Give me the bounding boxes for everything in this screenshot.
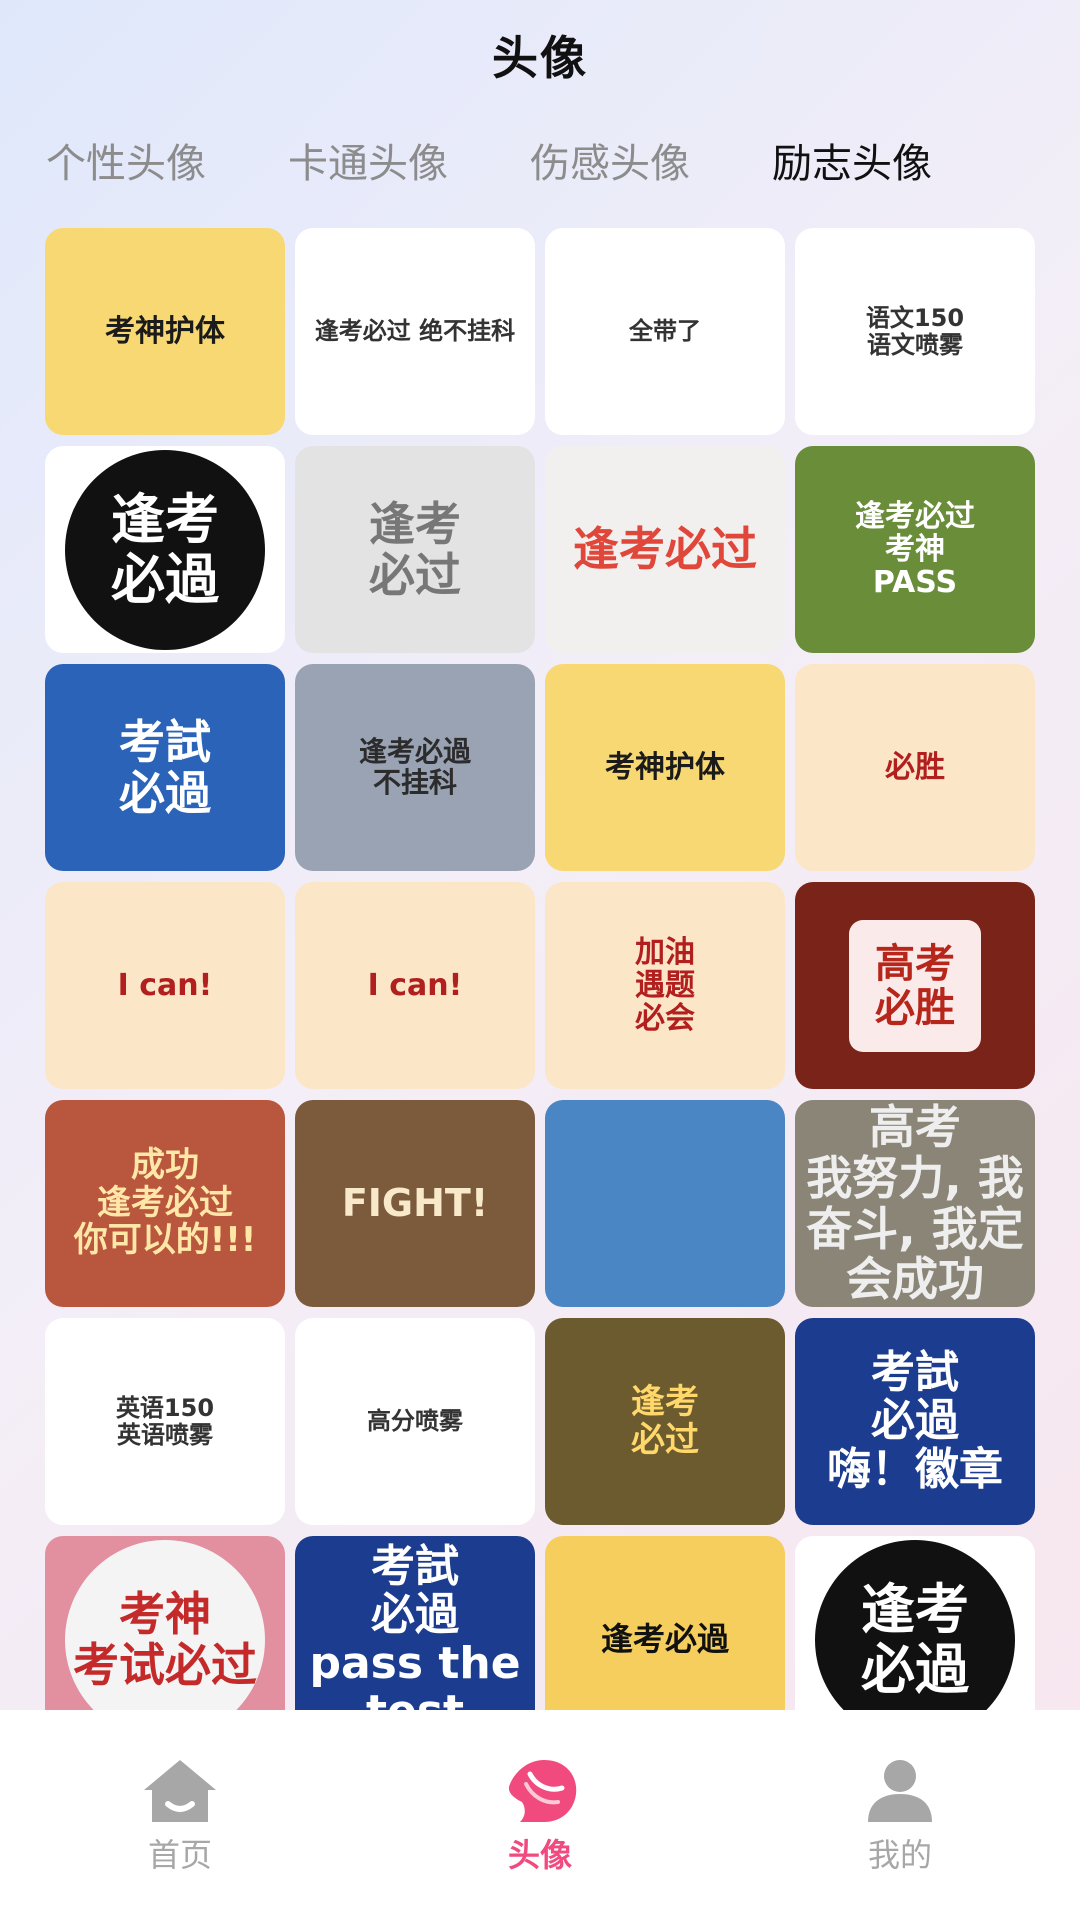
avatar-tile-text: 考神护体 [105, 314, 225, 349]
avatar-tile[interactable]: 考試 必過 嗨！徽章 [795, 1318, 1035, 1525]
badge-disc: 考神 考试必过 [65, 1539, 265, 1710]
avatar-head-icon [508, 1760, 577, 1822]
avatar-tile-text: 全带了 [629, 317, 701, 346]
user-icon [868, 1760, 932, 1822]
avatar-tile[interactable]: 逢考必過 [545, 1536, 785, 1710]
avatar-tile-text: 英语150 英语喷雾 [115, 1394, 215, 1449]
avatar-tile-text: 考試 必過 嗨！徽章 [827, 1346, 1003, 1495]
avatar-tile-text: 逢考必過 [600, 1619, 729, 1658]
avatar-tile-text: 考試 必過 pass the test [309, 1540, 521, 1710]
nav-mine-label: 我的 [867, 1836, 932, 1874]
avatar-tile[interactable]: 逢考 必過 [795, 1536, 1035, 1710]
avatar-tile[interactable]: 考試 必過 pass the test [295, 1536, 535, 1710]
avatar-tile-text: 高考 必胜 [875, 940, 955, 1031]
avatar-tile-text: 逢考必过 考神 PASS [855, 499, 975, 600]
tab-inspirational[interactable]: 励志头像 [772, 131, 932, 189]
avatar-tile[interactable]: 考神 考试必过 [45, 1536, 285, 1710]
avatar-tile-text: 逢考必過 不挂科 [358, 734, 471, 799]
avatar-tile[interactable]: 加油 遇题 必会 [545, 882, 785, 1089]
avatar-tile-text: 逢考 必過 [111, 488, 219, 611]
text-card: 高考 必胜 [849, 919, 981, 1052]
nav-home-label: 首页 [147, 1836, 212, 1874]
bottom-nav: 首页 头像 我的 [0, 1710, 1080, 1920]
avatar-tile-text: 高分喷雾 [367, 1407, 463, 1436]
avatar-tile-text: 逢考 必過 [861, 1578, 969, 1701]
tab-personality[interactable]: 个性头像 [46, 131, 206, 189]
badge-disc: 逢考 必過 [65, 449, 265, 650]
avatar-tile[interactable]: 英语150 英语喷雾 [45, 1318, 285, 1525]
nav-home[interactable]: 首页 [60, 1756, 300, 1876]
avatar-tile[interactable]: 逢考必过 绝不挂科 [295, 228, 535, 435]
avatar-tile-text: 考試 必過 [119, 714, 211, 820]
avatar-tile-text: FIGHT! [341, 1180, 489, 1225]
avatar-tile[interactable]: 高考 我努力, 我奋斗, 我定会成功 [795, 1100, 1035, 1307]
avatar-tile-text: 考神 考试必过 [73, 1586, 257, 1692]
avatar-tile-text: 逢考 必过 [369, 496, 461, 602]
avatar-tile[interactable]: 逢考必过 [545, 446, 785, 653]
avatar-tile[interactable]: FIGHT! [295, 1100, 535, 1307]
nav-mine[interactable]: 我的 [780, 1756, 1020, 1876]
avatar-tile-text [657, 1196, 673, 1212]
nav-avatar[interactable]: 头像 [420, 1756, 660, 1876]
avatar-tile-text: 必胜 [885, 750, 945, 785]
avatar-grid-inner: 考神护体 逢考必过 绝不挂科 全带了 语文150 语文喷雾 逢考 必過 逢考 必过 逢考必过… [45, 228, 1035, 1710]
avatar-tile[interactable]: 成功 逢考必过 你可以的!!! [45, 1100, 285, 1307]
avatar-tile-text: 逢考必过 绝不挂科 [314, 317, 516, 346]
avatar-tile[interactable]: 语文150 语文喷雾 [795, 228, 1035, 435]
avatar-tile[interactable]: 考試 必過 [45, 664, 285, 871]
avatar-tile-text: 语文150 语文喷雾 [865, 304, 965, 359]
avatar-tile[interactable]: 逢考 必过 [545, 1318, 785, 1525]
home-icon [144, 1760, 216, 1822]
avatar-tile[interactable]: I can! [45, 882, 285, 1089]
avatar-tile[interactable]: 逢考必過 不挂科 [295, 664, 535, 871]
avatar-tile[interactable]: 高考 必胜 [795, 882, 1035, 1089]
category-tabs: 个性头像 卡通头像 伤感头像 励志头像 [0, 120, 1080, 200]
avatar-tile[interactable]: 考神护体 [545, 664, 785, 871]
page-title: 头像 [492, 31, 588, 85]
avatar-tile[interactable] [545, 1100, 785, 1307]
avatar-tile[interactable]: 全带了 [545, 228, 785, 435]
avatar-grid: 考神护体 逢考必过 绝不挂科 全带了 语文150 语文喷雾 逢考 必過 逢考 必过 逢考必过… [45, 228, 1035, 1710]
avatar-tile-text: 考神护体 [605, 750, 725, 785]
avatar-tile[interactable]: I can! [295, 882, 535, 1089]
badge-disc: 逢考 必過 [815, 1539, 1015, 1710]
avatar-tile[interactable]: 考神护体 [45, 228, 285, 435]
avatar-tile-text: 成功 逢考必过 你可以的!!! [73, 1145, 257, 1261]
avatar-tile-text: 逢考必过 [573, 522, 757, 577]
tab-sad[interactable]: 伤感头像 [530, 131, 690, 189]
avatar-tile[interactable]: 高分喷雾 [295, 1318, 535, 1525]
header: 头像 [0, 0, 1080, 110]
avatar-tile-text: 加油 遇题 必会 [635, 935, 695, 1036]
avatar-tile-text: I can! [367, 968, 463, 1003]
tab-cartoon[interactable]: 卡通头像 [288, 131, 448, 189]
avatar-tile[interactable]: 逢考 必过 [295, 446, 535, 653]
avatar-tile[interactable]: 逢考必过 考神 PASS [795, 446, 1035, 653]
avatar-tile[interactable]: 逢考 必過 [45, 446, 285, 653]
avatar-tile-text: 高考 我努力, 我奋斗, 我定会成功 [806, 1100, 1024, 1307]
avatar-tile-text: 逢考 必过 [631, 1382, 699, 1460]
nav-avatar-label: 头像 [507, 1836, 572, 1874]
avatar-tile[interactable]: 必胜 [795, 664, 1035, 871]
avatar-tile-text: I can! [117, 968, 213, 1003]
